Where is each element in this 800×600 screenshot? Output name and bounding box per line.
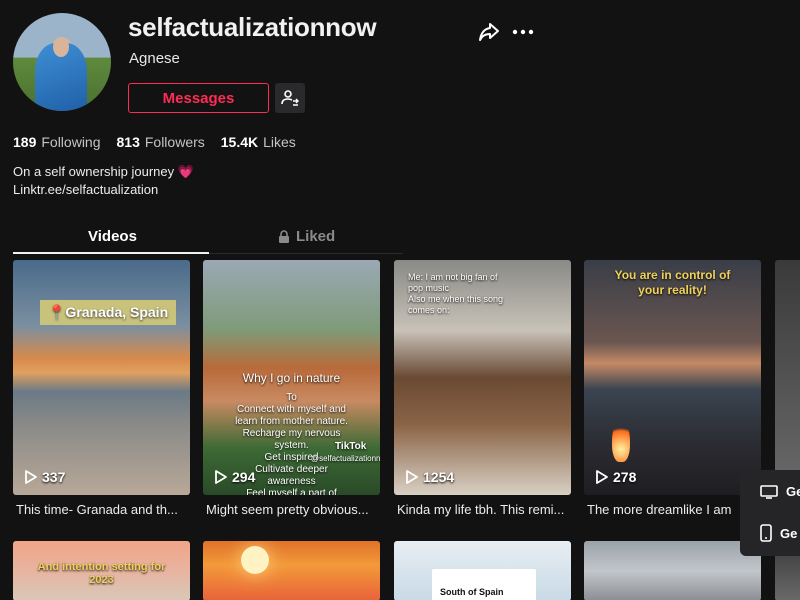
video-overlay-title: Why I go in nature — [242, 371, 341, 385]
video-card[interactable]: 📍Granada, Spain 337 — [13, 260, 190, 495]
play-icon — [215, 470, 227, 484]
likes-stat: 15.4K Likes — [221, 134, 296, 150]
followers-stat[interactable]: 813 Followers — [117, 134, 205, 150]
get-app-popup: Ge Ge — [740, 470, 800, 556]
video-caption[interactable]: Might seem pretty obvious... — [206, 502, 383, 517]
profile-nickname: Agnese — [129, 50, 180, 67]
video-views-count: 337 — [42, 469, 66, 485]
likes-label: Likes — [263, 134, 296, 150]
following-label: Following — [41, 134, 101, 150]
video-card[interactable] — [584, 541, 761, 600]
video-overlay-text: South of Spain — [440, 587, 504, 597]
likes-count: 15.4K — [220, 134, 259, 150]
tab-liked-label: Liked — [296, 228, 336, 245]
following-stat[interactable]: 189 Following — [13, 134, 101, 150]
profile-username: selfactualizationnow — [128, 12, 377, 42]
profile-bio: On a self ownership journey 💗 Linktr.ee/… — [13, 163, 194, 199]
overlay-box: South of Spain — [432, 569, 536, 600]
watermark-handle: @selfactualizationnow — [311, 454, 380, 463]
user-swap-icon — [281, 90, 299, 106]
tab-videos[interactable]: Videos — [88, 228, 137, 245]
play-icon — [406, 470, 418, 484]
play-icon — [25, 470, 37, 484]
video-overlay-text: And intention setting for 2023 — [37, 561, 166, 586]
more-options-icon[interactable] — [511, 22, 535, 42]
video-overlay-text: Me: I am not big fan of pop music Also m… — [408, 272, 504, 315]
campfire — [612, 420, 630, 462]
video-views: 337 — [25, 469, 65, 485]
video-card[interactable]: Me: I am not big fan of pop music Also m… — [394, 260, 571, 495]
video-views-count: 278 — [613, 469, 637, 485]
video-caption[interactable]: This time- Granada and th... — [16, 502, 193, 517]
video-overlay-location: 📍Granada, Spain — [40, 300, 177, 325]
popup-row-desktop[interactable]: Ge — [760, 484, 800, 499]
video-card[interactable]: South of Spain — [394, 541, 571, 600]
video-card[interactable]: And intention setting for 2023 — [13, 541, 190, 600]
followers-count: 813 — [116, 134, 140, 150]
following-count: 189 — [13, 134, 37, 150]
share-icon[interactable] — [478, 22, 500, 42]
video-card[interactable] — [775, 260, 800, 495]
follow-user-button[interactable] — [275, 83, 305, 113]
profile-stats: 189 Following 813 Followers 15.4K Likes — [13, 134, 296, 150]
followers-label: Followers — [144, 134, 205, 150]
bio-text: On a self ownership journey 💗 — [13, 164, 194, 179]
video-card[interactable]: You are in control of your reality! 278 — [584, 260, 761, 495]
lock-icon — [279, 229, 289, 243]
video-caption[interactable]: The more dreamlike I am — [587, 502, 764, 517]
popup-row-mobile[interactable]: Ge — [760, 524, 797, 542]
video-views: 1254 — [406, 469, 454, 485]
mobile-icon — [760, 524, 772, 542]
tab-liked[interactable]: Liked — [278, 228, 335, 245]
video-card[interactable]: Why I go in nature To Connect with mysel… — [203, 260, 380, 495]
desktop-icon — [760, 484, 778, 499]
popup-row-mobile-label: Ge — [780, 525, 798, 541]
video-card[interactable] — [203, 541, 380, 600]
video-views-count: 1254 — [423, 469, 455, 485]
popup-row-desktop-label: Ge — [786, 484, 800, 499]
video-views-count: 294 — [232, 469, 256, 485]
active-tab-indicator — [13, 252, 209, 254]
sun — [241, 546, 269, 574]
avatar-face — [53, 37, 69, 57]
profile-tabs: Videos Liked — [13, 222, 403, 254]
video-views: 294 — [215, 469, 255, 485]
video-caption[interactable]: Kinda my life tbh. This remi... — [397, 502, 574, 517]
play-icon — [596, 470, 608, 484]
bio-link[interactable]: Linktr.ee/selfactualization — [13, 181, 194, 199]
video-views: 278 — [596, 469, 636, 485]
messages-button[interactable]: Messages — [128, 83, 269, 113]
profile-avatar[interactable] — [13, 13, 111, 111]
video-overlay-text: You are in control of your reality! — [614, 268, 731, 297]
